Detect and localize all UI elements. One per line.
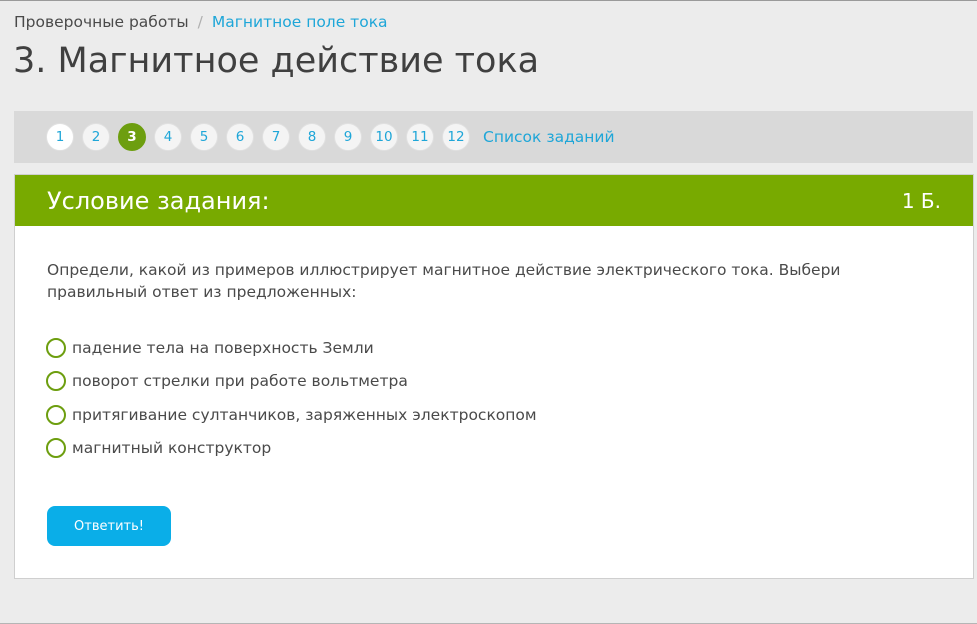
window-top-border: [0, 0, 977, 1]
task-nav-item-11[interactable]: 11: [406, 123, 434, 151]
task-nav-item-1[interactable]: 1: [46, 123, 74, 151]
task-card-header: Условие задания: 1 Б.: [15, 175, 973, 226]
task-condition-title: Условие задания:: [47, 187, 270, 215]
task-nav-item-12[interactable]: 12: [442, 123, 470, 151]
answer-option-label: поворот стрелки при работе вольтметра: [72, 372, 408, 391]
answer-option-label: падение тела на поверхность Земли: [72, 339, 374, 357]
task-nav-item-4[interactable]: 4: [154, 123, 182, 151]
task-nav-item-7[interactable]: 7: [262, 123, 290, 151]
task-navigation: 1 2 3 4 5 6 7 8 9 10 11 12 Список задани…: [14, 111, 973, 163]
breadcrumb-separator: /: [197, 13, 203, 31]
task-nav-item-2[interactable]: 2: [82, 123, 110, 151]
task-nav-item-10[interactable]: 10: [370, 123, 398, 151]
breadcrumb-root[interactable]: Проверочные работы: [14, 13, 189, 31]
answer-option-label: притягивание султанчиков, заряженных эле…: [72, 405, 537, 424]
task-nav-item-6[interactable]: 6: [226, 123, 254, 151]
answer-option-label: магнитный конструктор: [72, 438, 272, 457]
task-nav-item-5[interactable]: 5: [190, 123, 218, 151]
radio-button[interactable]: [46, 404, 66, 425]
task-nav-item-8[interactable]: 8: [298, 123, 326, 151]
page-title: 3. Магнитное действие тока: [13, 41, 540, 81]
radio-button[interactable]: [46, 338, 66, 358]
task-list-link[interactable]: Список заданий: [483, 127, 615, 147]
question-text: Определи, какой из примеров иллюстрирует…: [47, 261, 841, 301]
task-points-badge: 1 Б.: [901, 189, 941, 213]
breadcrumb: Проверочные работы / Магнитное поле тока: [14, 12, 388, 32]
task-nav-item-3[interactable]: 3: [118, 123, 146, 151]
breadcrumb-current-link[interactable]: Магнитное поле тока: [212, 13, 388, 31]
submit-answer-button[interactable]: Ответить!: [47, 506, 171, 546]
radio-button[interactable]: [46, 437, 66, 458]
task-nav-item-9[interactable]: 9: [334, 123, 362, 151]
radio-button[interactable]: [46, 371, 66, 392]
task-card: Условие задания: 1 Б. Определи, какой из…: [14, 174, 974, 579]
